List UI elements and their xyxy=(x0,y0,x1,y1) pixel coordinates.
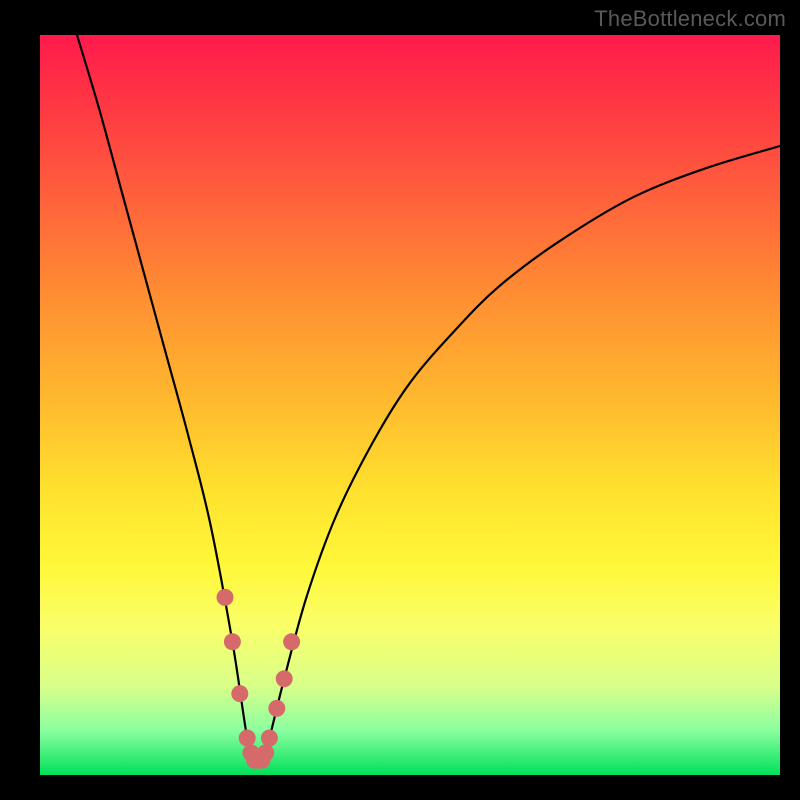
highlight-dot xyxy=(239,730,256,747)
attribution-text: TheBottleneck.com xyxy=(594,6,786,32)
bottleneck-curve xyxy=(77,35,780,763)
highlight-dot xyxy=(283,633,300,650)
highlight-dot xyxy=(268,700,285,717)
highlight-dot xyxy=(224,633,241,650)
highlight-dot xyxy=(231,685,248,702)
highlight-dot xyxy=(217,589,234,606)
outer-frame: TheBottleneck.com xyxy=(0,0,800,800)
highlight-dot xyxy=(261,730,278,747)
highlight-dot xyxy=(257,744,274,761)
highlight-dots xyxy=(217,589,301,769)
highlight-dot xyxy=(276,670,293,687)
chart-svg xyxy=(40,35,780,775)
plot-area xyxy=(40,35,780,775)
